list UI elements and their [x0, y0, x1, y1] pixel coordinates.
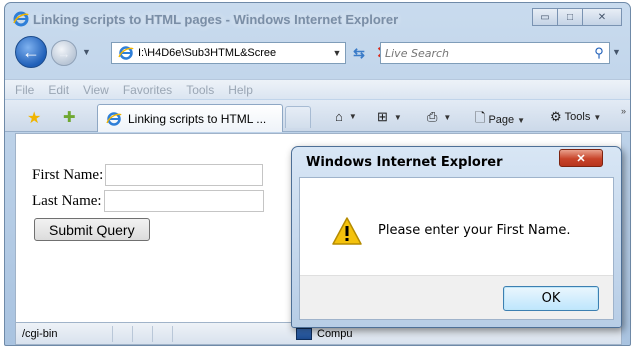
chevron-down-icon: ▼ — [517, 115, 526, 125]
printer-icon: ⎙ — [427, 109, 438, 124]
add-favorites-icon[interactable]: ✚ — [63, 108, 76, 126]
forward-button[interactable]: → — [51, 40, 77, 66]
submit-query-button[interactable]: Submit Query — [34, 218, 150, 241]
status-cell — [152, 325, 172, 342]
security-zone[interactable]: Compu — [296, 327, 353, 340]
menu-bar: File Edit View Favorites Tools Help — [5, 79, 630, 99]
status-cell — [172, 325, 192, 342]
home-icon: ⌂ — [335, 109, 343, 124]
search-box[interactable]: ⚲ — [380, 42, 610, 64]
window-title: Linking scripts to HTML pages - Windows … — [33, 12, 399, 27]
back-button[interactable]: ← — [15, 36, 47, 68]
first-name-label: First Name: — [32, 166, 104, 183]
search-icon[interactable]: ⚲ — [589, 45, 609, 61]
menu-edit[interactable]: Edit — [48, 83, 69, 97]
address-row: ← → ▼ I:\H4D6e\Sub3HTML&Scree ▼ ⇆ ✕ ⚲ ▼ — [5, 33, 630, 77]
print-button[interactable]: ⎙ ▼ — [427, 109, 451, 125]
chevron-down-icon: ▼ — [348, 112, 357, 121]
address-dropdown-icon[interactable]: ▼ — [329, 48, 345, 58]
menu-favorites[interactable]: Favorites — [123, 83, 172, 97]
dialog-title: Windows Internet Explorer — [306, 155, 503, 170]
dialog-footer: OK — [300, 275, 613, 319]
address-bar[interactable]: I:\H4D6e\Sub3HTML&Scree ▼ — [111, 42, 346, 64]
title-bar: Linking scripts to HTML pages - Windows … — [5, 3, 630, 33]
dialog-body: Please enter your First Name. OK — [299, 177, 614, 320]
close-window-button[interactable]: ✕ — [582, 8, 622, 26]
status-text: /cgi-bin — [22, 327, 58, 340]
last-name-label: Last Name: — [32, 192, 102, 209]
chevron-down-icon: ▼ — [593, 112, 602, 122]
status-cell — [112, 325, 132, 342]
chevron-down-icon: ▼ — [443, 112, 452, 122]
feeds-button[interactable]: ⊞ ▼ — [377, 109, 402, 125]
favorites-star-icon[interactable]: ★ — [27, 108, 41, 128]
gear-icon: ⚙ — [550, 109, 562, 124]
ie-page-icon — [118, 46, 134, 60]
window-controls: ▭ □ ✕ — [532, 8, 622, 26]
dialog-message: Please enter your First Name. — [378, 223, 571, 238]
menu-file[interactable]: File — [15, 83, 34, 97]
ok-button[interactable]: OK — [503, 286, 599, 311]
last-name-field[interactable] — [103, 190, 264, 212]
tools-menu-button[interactable]: ⚙ Tools ▼ — [550, 109, 601, 125]
warning-icon — [332, 217, 362, 245]
maximize-button[interactable]: □ — [557, 8, 583, 26]
ie-logo-icon — [13, 11, 29, 27]
alert-dialog: Windows Internet Explorer ✕ Please enter… — [291, 146, 622, 328]
page-icon: 🗋 — [475, 110, 486, 125]
new-tab-button[interactable] — [285, 106, 311, 128]
back-arrow-icon: ← — [22, 41, 40, 62]
tab-linking-scripts[interactable]: Linking scripts to HTML ... — [97, 104, 283, 132]
minimize-button[interactable]: ▭ — [532, 8, 558, 26]
more-commands-icon[interactable]: » — [621, 106, 626, 116]
chevron-down-icon: ▼ — [393, 112, 402, 122]
tools-menu-label: Tools — [564, 111, 591, 123]
last-name-row: Last Name: — [32, 190, 264, 212]
address-text[interactable]: I:\H4D6e\Sub3HTML&Scree — [138, 47, 329, 59]
menu-help[interactable]: Help — [228, 83, 253, 97]
page-menu-label: Page — [488, 114, 515, 126]
computer-icon — [296, 327, 312, 340]
recent-pages-dropdown-icon[interactable]: ▼ — [82, 47, 91, 57]
tab-label: Linking scripts to HTML ... — [128, 111, 267, 126]
home-button[interactable]: ⌂ ▼ — [335, 109, 357, 124]
menu-tools[interactable]: Tools — [186, 83, 214, 97]
refresh-icon: ⇆ — [353, 44, 365, 61]
forward-arrow-icon: → — [57, 45, 71, 61]
first-name-field[interactable] — [105, 164, 264, 186]
rss-icon: ⊞ — [377, 109, 388, 124]
menu-view[interactable]: View — [83, 83, 109, 97]
zone-label: Compu — [317, 327, 353, 340]
command-toolbar: ★ ✚ Linking scripts to HTML ... ⌂ ▼ ⊞ ▼ ⎙ ▼… — [5, 100, 630, 132]
dialog-close-button[interactable]: ✕ — [559, 149, 603, 167]
first-name-row: First Name: — [32, 164, 264, 186]
page-menu-button[interactable]: 🗋 Page ▼ — [475, 109, 525, 131]
search-options-dropdown-icon[interactable]: ▼ — [612, 47, 621, 57]
refresh-button[interactable]: ⇆ — [348, 42, 370, 64]
ie-page-icon — [106, 111, 122, 126]
search-input[interactable] — [381, 46, 589, 60]
status-cell — [132, 325, 152, 342]
